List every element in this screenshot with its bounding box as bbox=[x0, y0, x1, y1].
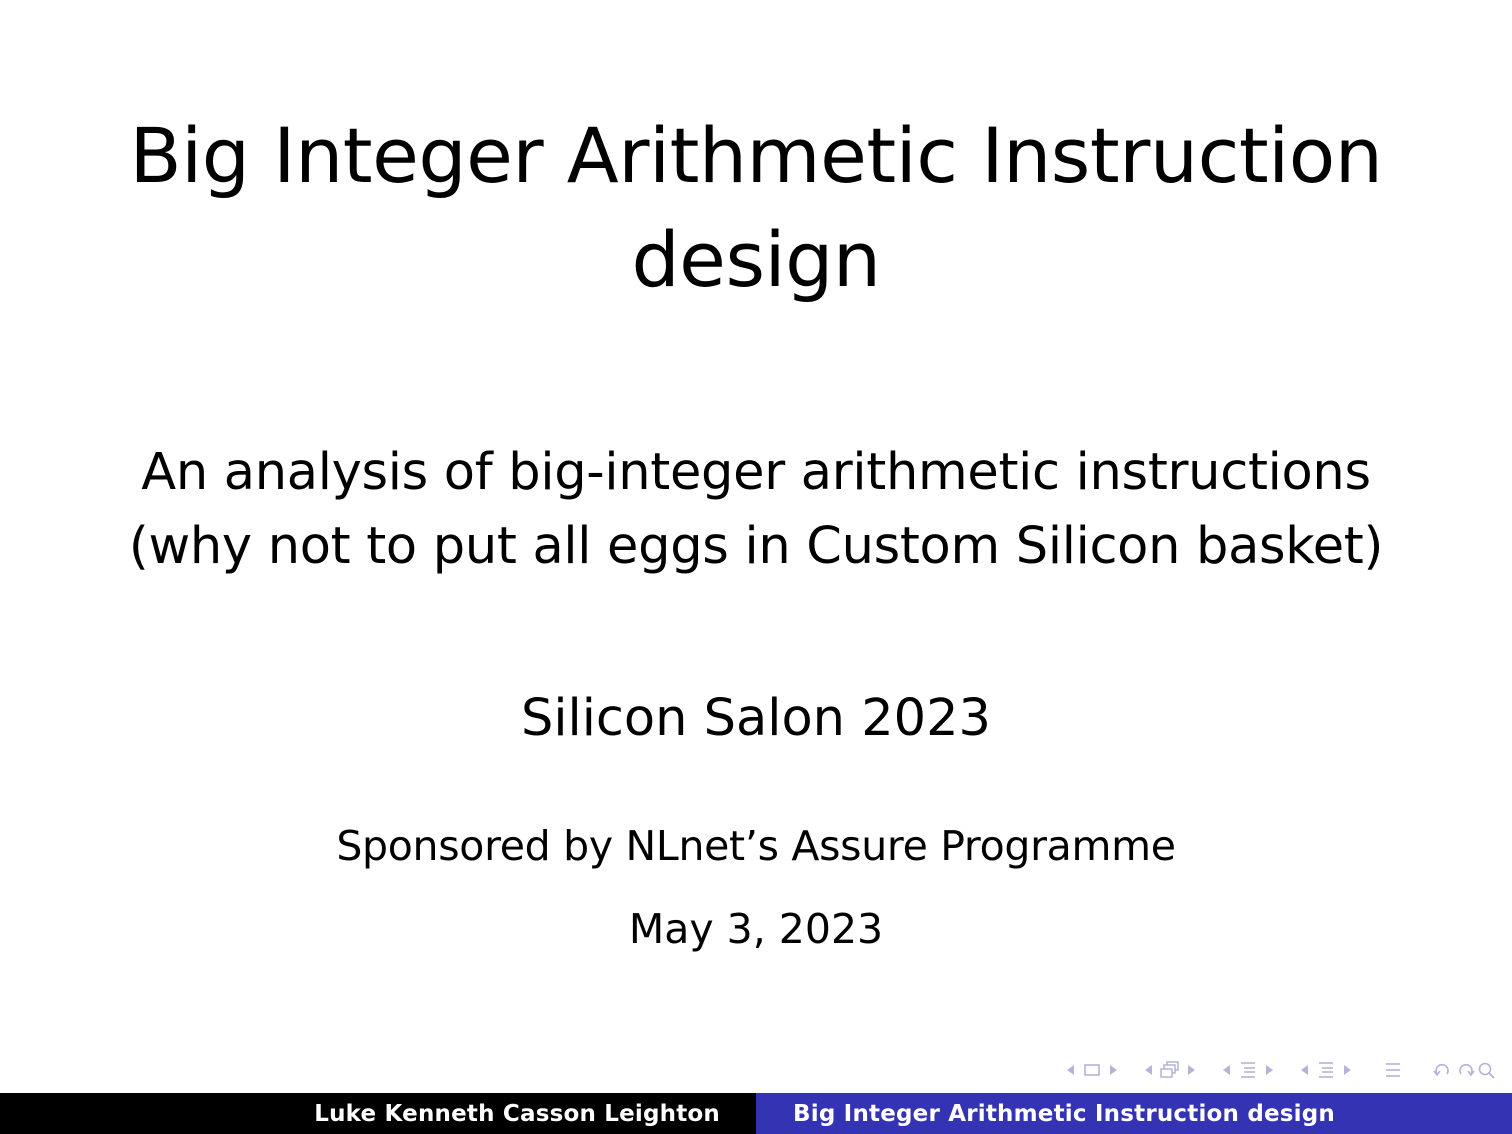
next-subsection-arrow-icon[interactable] bbox=[1188, 1065, 1195, 1075]
footer-bar: Luke Kenneth Casson Leighton Big Integer… bbox=[0, 1093, 1512, 1134]
subsection-icon[interactable] bbox=[1159, 1059, 1181, 1081]
nav-frame-group bbox=[1060, 1059, 1124, 1081]
next-section-arrow-icon[interactable] bbox=[1266, 1065, 1273, 1075]
frame-icon[interactable] bbox=[1081, 1059, 1103, 1081]
navigation-bar bbox=[1046, 1058, 1498, 1082]
footer-author: Luke Kenneth Casson Leighton bbox=[0, 1093, 756, 1134]
nav-document-group bbox=[1294, 1059, 1358, 1081]
forward-icon[interactable] bbox=[1454, 1059, 1476, 1081]
title-line-1: Big Integer Arithmetic Instruction bbox=[129, 111, 1383, 200]
next-document-arrow-icon[interactable] bbox=[1344, 1065, 1351, 1075]
slide-subtitle: An analysis of big-integer arithmetic in… bbox=[60, 436, 1452, 584]
slide: Big Integer Arithmetic Instruction desig… bbox=[0, 0, 1512, 1134]
prev-document-arrow-icon[interactable] bbox=[1301, 1065, 1308, 1075]
nav-align-group bbox=[1382, 1059, 1404, 1081]
align-icon[interactable] bbox=[1382, 1059, 1404, 1081]
presentation-date: May 3, 2023 bbox=[628, 905, 884, 953]
document-icon[interactable] bbox=[1315, 1059, 1337, 1081]
section-icon[interactable] bbox=[1237, 1059, 1259, 1081]
nav-section-group bbox=[1216, 1059, 1280, 1081]
next-frame-arrow-icon[interactable] bbox=[1110, 1065, 1117, 1075]
footer-short-title: Big Integer Arithmetic Instruction desig… bbox=[756, 1093, 1512, 1134]
sponsor-line: Sponsored by NLnet’s Assure Programme bbox=[336, 822, 1176, 870]
nav-search-group bbox=[1432, 1059, 1498, 1081]
slide-title: Big Integer Arithmetic Instruction desig… bbox=[100, 104, 1412, 312]
prev-frame-arrow-icon[interactable] bbox=[1067, 1065, 1074, 1075]
search-icon[interactable] bbox=[1476, 1059, 1498, 1081]
prev-section-arrow-icon[interactable] bbox=[1223, 1065, 1230, 1075]
subtitle-line-2: (why not to put all eggs in Custom Silic… bbox=[128, 517, 1384, 576]
back-icon[interactable] bbox=[1432, 1059, 1454, 1081]
subtitle-line-1: An analysis of big-integer arithmetic in… bbox=[141, 443, 1371, 502]
nav-subsection-group bbox=[1138, 1059, 1202, 1081]
event-name: Silicon Salon 2023 bbox=[521, 689, 991, 748]
prev-subsection-arrow-icon[interactable] bbox=[1145, 1065, 1152, 1075]
title-line-2: design bbox=[631, 215, 881, 304]
